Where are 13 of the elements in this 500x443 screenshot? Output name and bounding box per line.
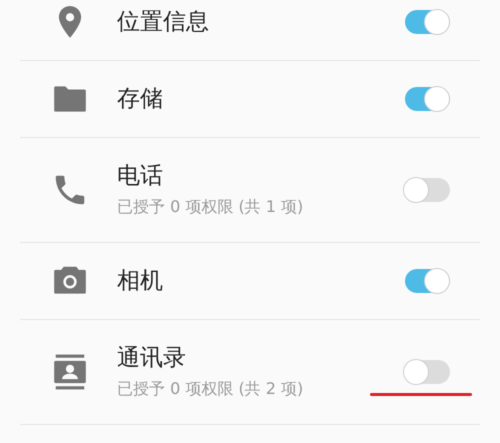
permission-name: 通讯录 [117, 344, 187, 372]
permission-summary: 已授予 0 项权限 (共 2 项) [117, 378, 304, 400]
toggle-switch[interactable] [405, 360, 450, 384]
permission-name: 位置信息 [117, 8, 210, 36]
permission-name: 存储 [117, 85, 164, 113]
permission-name: 相机 [117, 267, 164, 295]
toggle-switch[interactable] [405, 87, 450, 111]
permission-summary: 已授予 0 项权限 (共 1 项) [117, 196, 304, 218]
permission-name: 电话 [117, 162, 164, 190]
toggle-switch[interactable] [405, 178, 450, 202]
toggle-switch[interactable] [405, 10, 450, 34]
toggle-switch[interactable] [405, 269, 450, 293]
contacts-icon [51, 353, 89, 391]
